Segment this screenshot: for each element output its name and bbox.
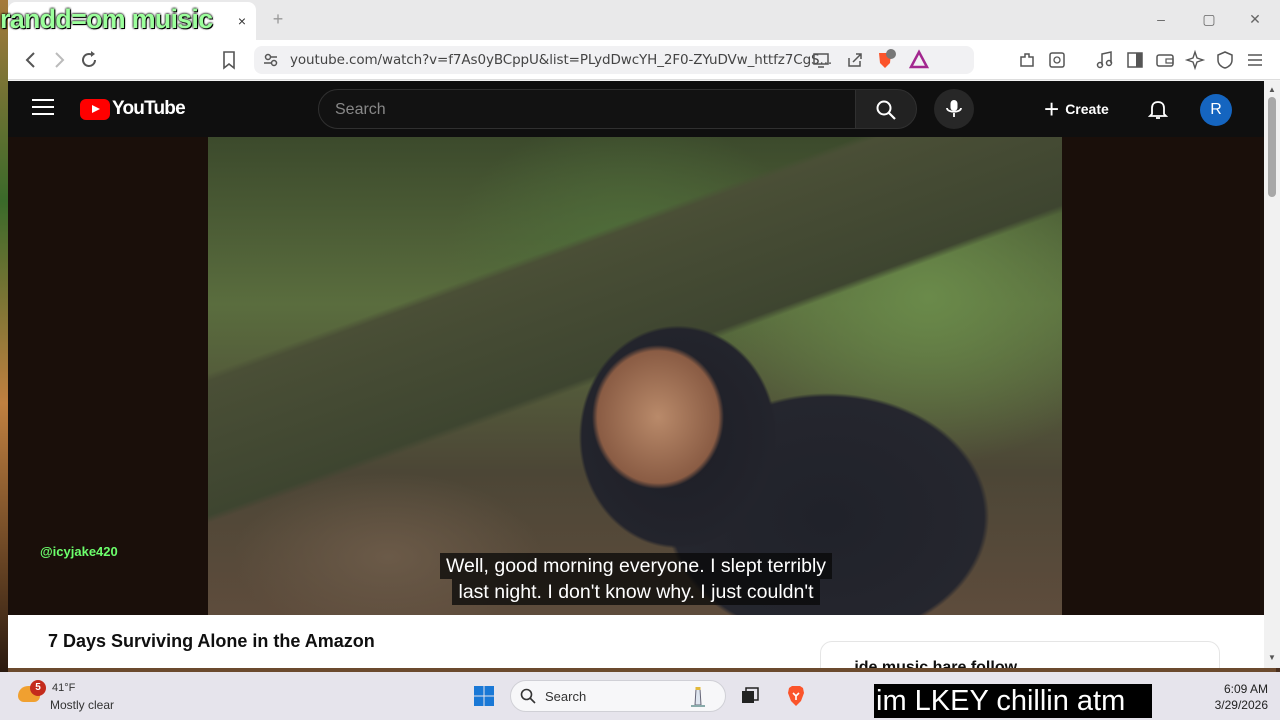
lighthouse-icon (691, 687, 705, 707)
weather-widget[interactable]: 5 41°F Mostly clear (16, 678, 126, 714)
extensions-icon[interactable] (1016, 49, 1038, 71)
youtube-header: YouTube + Create R (8, 81, 1264, 137)
sidebar-icon[interactable] (1124, 49, 1146, 71)
plus-icon: + (1044, 94, 1060, 124)
search-button[interactable] (855, 89, 917, 129)
reader-icon[interactable] (1046, 49, 1068, 71)
minimize-button[interactable]: – (1146, 8, 1176, 30)
temperature: 41°F (52, 682, 76, 694)
close-window-button[interactable]: ✕ (1240, 8, 1270, 30)
forward-icon[interactable] (48, 49, 70, 71)
brave-shields-icon[interactable] (874, 49, 896, 71)
weather-badge: 5 (30, 680, 46, 696)
desktop-wallpaper-left (0, 0, 8, 672)
system-clock[interactable]: 6:09 AM 3/29/2026 (1196, 681, 1268, 713)
tab-close-icon[interactable]: × (232, 11, 252, 31)
taskbar-search-label: Search (545, 689, 587, 704)
stream-overlay-title: randd=om muisic (0, 4, 213, 34)
leo-ai-icon[interactable] (1184, 49, 1206, 71)
back-icon[interactable] (20, 49, 42, 71)
bookmark-icon[interactable] (218, 49, 240, 71)
cast-icon[interactable] (810, 49, 832, 71)
media-icon[interactable] (1094, 49, 1116, 71)
stream-status-overlay: im LKEY chillin atm (874, 684, 1152, 718)
search-icon (520, 688, 536, 704)
weather-description: Mostly clear (50, 698, 115, 712)
wallet-icon[interactable] (1154, 49, 1176, 71)
youtube-play-icon (80, 98, 110, 120)
search-input[interactable] (335, 99, 835, 121)
menu-icon[interactable] (1244, 49, 1266, 71)
scroll-up-arrow-icon[interactable]: ▲ (1264, 83, 1280, 97)
maximize-button[interactable]: ▢ (1194, 8, 1224, 30)
voice-search-button[interactable] (934, 89, 974, 129)
related-card[interactable]: ...ide music hare follow (820, 641, 1220, 668)
browser-toolbar: youtube.com/watch?v=f7As0yBCppU&list=PLy… (8, 40, 1280, 80)
windows-logo-icon (474, 686, 494, 706)
taskbar-search[interactable]: Search (510, 680, 726, 712)
vpn-icon[interactable] (1214, 49, 1236, 71)
caption-line: last night. I don't know why. I just cou… (452, 579, 820, 605)
caption-line: Well, good morning everyone. I slept ter… (439, 553, 833, 579)
brave-rewards-icon[interactable] (908, 49, 930, 71)
search-icon (876, 100, 896, 120)
site-settings-icon[interactable] (260, 49, 282, 71)
create-label: Create (1065, 101, 1109, 117)
video-info: 7 Days Surviving Alone in the Amazon ...… (8, 615, 1264, 668)
scroll-down-arrow-icon[interactable]: ▼ (1264, 651, 1280, 665)
new-tab-button[interactable]: + (268, 9, 288, 29)
youtube-page: YouTube + Create R @icyjake420 (8, 81, 1264, 668)
notifications-bell-icon[interactable] (1146, 97, 1170, 121)
clock-time: 6:09 AM (1223, 682, 1268, 696)
search-box (318, 89, 856, 129)
task-view-icon[interactable] (738, 684, 762, 708)
clock-date: 3/29/2026 (1214, 698, 1268, 712)
microphone-icon (946, 100, 962, 117)
browser-window: × + – ▢ ✕ youtube.com/watch?v=f7As0yBCpp… (8, 0, 1280, 668)
youtube-logo-text: YouTube (112, 98, 186, 119)
address-bar[interactable]: youtube.com/watch?v=f7As0yBCppU&list=PLy… (254, 46, 974, 74)
reload-icon[interactable] (78, 49, 100, 71)
create-button[interactable]: + Create (1034, 91, 1130, 127)
video-captions: Well, good morning everyone. I slept ter… (8, 553, 1264, 605)
video-player[interactable]: @icyjake420 Well, good morning everyone.… (8, 137, 1264, 615)
hamburger-menu-icon[interactable] (32, 99, 54, 119)
share-icon[interactable] (844, 49, 866, 71)
start-button[interactable] (472, 684, 496, 708)
video-title: 7 Days Surviving Alone in the Amazon (48, 631, 375, 651)
account-avatar[interactable]: R (1200, 94, 1232, 126)
scrollbar-thumb[interactable] (1268, 97, 1276, 197)
url-text: youtube.com/watch?v=f7As0yBCppU&list=PLy… (290, 52, 833, 68)
brave-browser-icon[interactable] (784, 684, 808, 708)
video-frame[interactable] (208, 137, 1062, 615)
page-scrollbar[interactable]: ▲ ▼ (1264, 81, 1280, 668)
related-card-text: ...ide music hare follow (841, 659, 1018, 668)
youtube-logo[interactable]: YouTube (80, 98, 186, 120)
